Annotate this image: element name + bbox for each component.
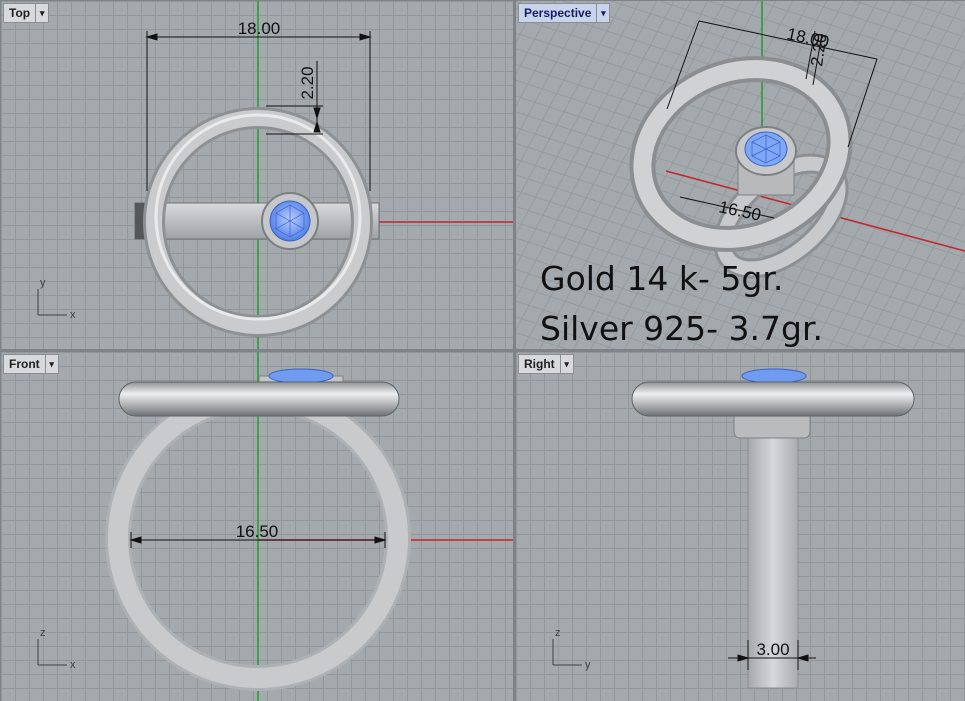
viewport-top[interactable]: 18.00 2.20 y x Top ▾: [1, 1, 513, 349]
axis-gizmo-h-label: x: [70, 659, 76, 671]
viewport-tab-front[interactable]: Front ▾: [3, 354, 59, 374]
axis-gizmo-h-label: x: [70, 309, 76, 321]
viewport-tab-top[interactable]: Top ▾: [3, 3, 50, 23]
dim-band-label: 3.00: [756, 640, 789, 659]
gemstone: [268, 368, 334, 384]
viewport-front[interactable]: 16.50 z x Front ▾: [1, 352, 513, 701]
chevron-down-icon[interactable]: ▾: [35, 4, 48, 22]
chevron-down-icon[interactable]: ▾: [44, 355, 58, 373]
axis-gizmo: [37, 639, 67, 666]
axis-gizmo-v-label: z: [555, 627, 561, 639]
viewport-right[interactable]: 3.00 z y Right ▾: [516, 352, 965, 701]
dim-width-label: 18.00: [238, 19, 281, 38]
viewport-perspective[interactable]: 18.00 2.20 16.50 Gold 14 k- 5gr. Silver …: [516, 1, 965, 349]
axis-gizmo: [552, 639, 582, 666]
top-view-scene: 18.00 2.20 y x: [37, 1, 513, 349]
chevron-down-icon[interactable]: ▾: [559, 355, 573, 373]
axis-gizmo-v-label: y: [40, 277, 46, 289]
viewport-label: Right: [524, 357, 555, 371]
dim-height-label: 2.20: [807, 32, 830, 67]
chevron-down-icon[interactable]: ▾: [596, 4, 609, 22]
dim-inner-label: 16.50: [236, 522, 279, 541]
axis-gizmo-h-label: y: [585, 659, 591, 671]
viewport-label: Top: [9, 6, 31, 20]
front-view-scene: 16.50 z x: [37, 352, 513, 701]
weight-gold-note: Gold 14 k- 5gr.: [540, 259, 784, 298]
shank-band: [134, 202, 380, 240]
gemstone: [741, 368, 807, 384]
right-view-scene: 3.00 z y: [552, 368, 915, 689]
dim-height-label: 2.20: [298, 66, 317, 99]
axis-gizmo: [37, 289, 67, 316]
ring-loop-top: [631, 381, 915, 417]
axis-gizmo-v-label: z: [40, 627, 46, 639]
ring-loop-top: [118, 381, 400, 417]
weight-silver-note: Silver 925- 3.7gr.: [540, 309, 824, 348]
viewport-label: Front: [9, 357, 40, 371]
viewport-tab-perspective[interactable]: Perspective ▾: [518, 3, 611, 23]
viewport-tab-right[interactable]: Right ▾: [518, 354, 574, 374]
viewport-label: Perspective: [524, 6, 592, 20]
